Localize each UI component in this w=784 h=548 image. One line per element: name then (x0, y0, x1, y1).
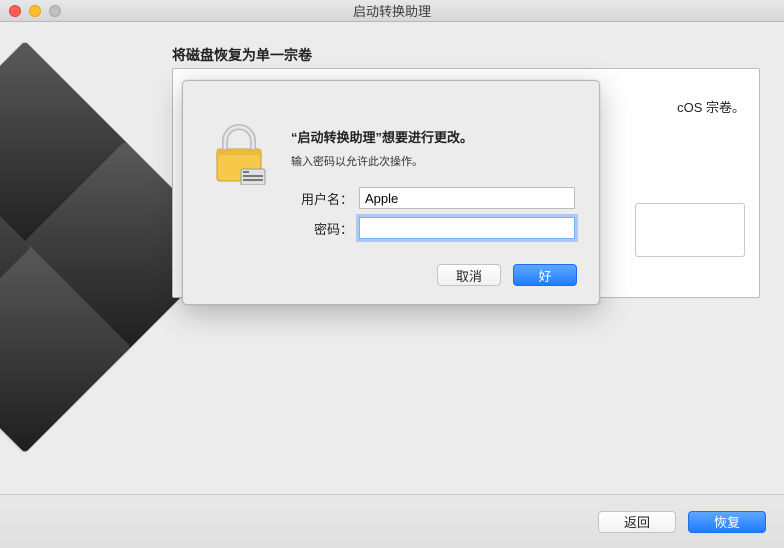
username-label: 用户名： (291, 189, 353, 208)
auth-dialog: “启动转换助理”想要进行更改。 输入密码以允许此次操作。 用户名： 密码： 取消… (182, 80, 600, 305)
cancel-button[interactable]: 取消 (437, 264, 501, 286)
window-title: 启动转换助理 (0, 1, 784, 20)
password-label: 密码： (291, 219, 353, 238)
dialog-subtitle: 输入密码以允许此次操作。 (291, 153, 423, 169)
ok-button[interactable]: 好 (513, 264, 577, 286)
back-button[interactable]: 返回 (598, 511, 676, 533)
footer-bar: 返回 恢复 (0, 494, 784, 548)
password-row: 密码： (291, 217, 575, 239)
bootcamp-logo (0, 92, 170, 472)
username-field[interactable] (359, 187, 575, 209)
page-heading: 将磁盘恢复为单一宗卷 (172, 45, 312, 65)
titlebar: 启动转换助理 (0, 0, 784, 22)
restore-button[interactable]: 恢复 (688, 511, 766, 533)
lock-icon (207, 121, 271, 185)
panel-text-fragment: cOS 宗卷。 (677, 97, 745, 116)
dialog-buttons: 取消 好 (437, 264, 577, 286)
disk-box (635, 203, 745, 257)
dialog-title: “启动转换助理”想要进行更改。 (291, 127, 473, 146)
password-field[interactable] (359, 217, 575, 239)
username-row: 用户名： (291, 187, 575, 209)
